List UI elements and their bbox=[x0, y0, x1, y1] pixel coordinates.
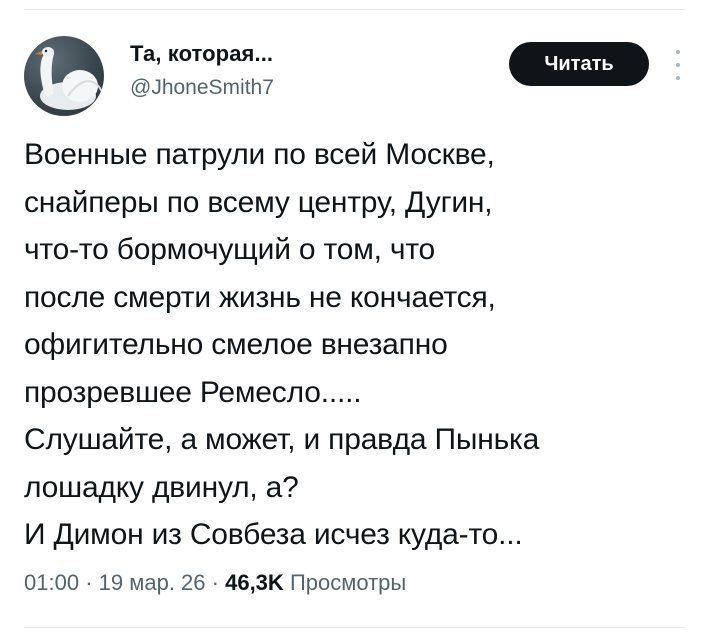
tweet-line: офигительно смелое внезапно bbox=[24, 328, 448, 361]
display-name[interactable]: Та, которая... bbox=[130, 40, 274, 68]
tweet-header: Та, которая... @JhoneSmith7 Читать bbox=[24, 36, 685, 116]
more-dot bbox=[676, 76, 680, 80]
more-dot bbox=[676, 63, 680, 67]
tweet-meta: 01:00 · 19 мар. 26 · 46,3K Просмотры bbox=[24, 566, 406, 600]
views-count[interactable]: 46,3K bbox=[225, 570, 284, 595]
tweet-time[interactable]: 01:00 bbox=[24, 570, 79, 595]
user-handle[interactable]: @JhoneSmith7 bbox=[130, 74, 274, 102]
tweet-line: лошадку двинул, а? bbox=[24, 470, 299, 504]
follow-button[interactable]: Читать bbox=[509, 42, 649, 86]
tweet-line: снайперы по всему центру, Дугин, bbox=[24, 185, 493, 219]
meta-separator: · bbox=[85, 570, 93, 595]
tweet-date[interactable]: 19 мар. 26 bbox=[99, 570, 206, 595]
tweet-line: Слушайте, а может, и правда Пынька bbox=[24, 423, 540, 456]
more-dot bbox=[676, 50, 680, 54]
tweet-line: Военные патрули по всей Москве, bbox=[24, 138, 495, 171]
author-info: Та, которая... @JhoneSmith7 bbox=[130, 40, 274, 102]
avatar[interactable] bbox=[24, 36, 104, 116]
tweet-line: прозревшее Ремесло..... bbox=[24, 375, 362, 409]
tweet-line: после смерти жизнь не кончается, bbox=[24, 280, 496, 314]
tweet-text: Военные патрули по всей Москве, снайперы… bbox=[24, 131, 674, 559]
vertical-ellipsis-icon[interactable] bbox=[671, 50, 685, 80]
tweet-line: И Димон из Совбеза исчез куда-то... bbox=[24, 518, 523, 551]
bottom-divider bbox=[24, 627, 685, 628]
views-label: Просмотры bbox=[289, 570, 407, 595]
meta-separator: · bbox=[211, 570, 219, 595]
tweet-line: что-то бормочущий о том, что bbox=[24, 233, 436, 266]
swan-avatar-image bbox=[35, 47, 103, 110]
top-divider bbox=[24, 9, 685, 10]
